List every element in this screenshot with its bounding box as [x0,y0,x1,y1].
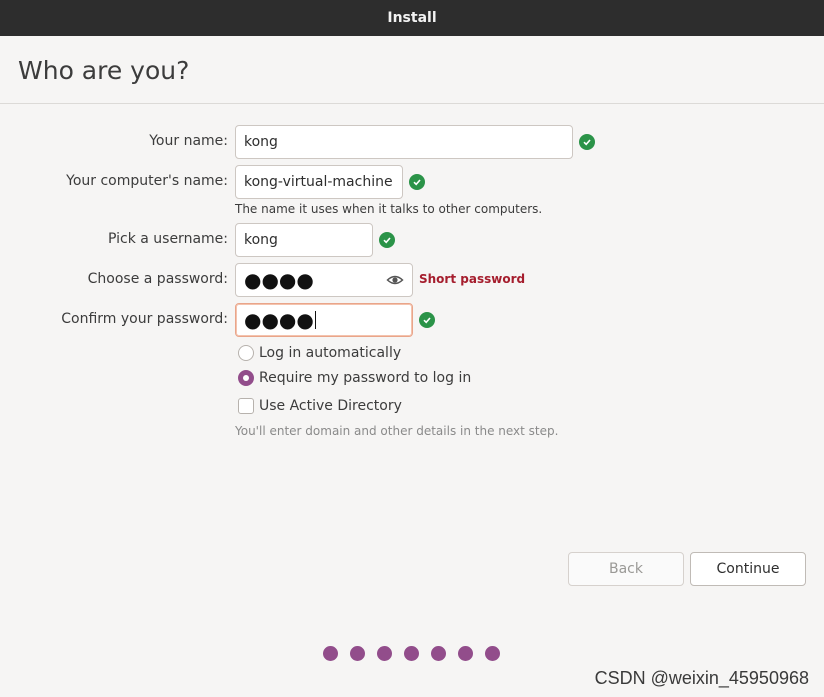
progress-dot [404,646,419,661]
require-password-label: Require my password to log in [259,370,472,386]
back-button[interactable]: Back [568,552,684,586]
header-divider [0,103,824,104]
computer-name-value: kong-virtual-machine [244,174,393,190]
name-value: kong [244,134,278,150]
watermark: CSDN @weixin_45950968 [594,668,809,688]
auto-login-label: Log in automatically [259,345,402,361]
progress-dot [431,646,446,661]
continue-button[interactable]: Continue [690,552,806,586]
username-field[interactable]: kong [235,223,373,257]
eye-icon[interactable] [386,272,404,288]
text-caret [314,311,316,329]
install-progress [323,646,500,661]
window-title: Install [387,10,437,26]
check-circle-icon [409,174,425,190]
password-field[interactable]: ●●●● [235,263,413,297]
password-strength: Short password [419,272,526,286]
progress-dot [377,646,392,661]
check-circle-icon [419,312,435,328]
confirm-password-label: Confirm your password: [61,311,228,327]
window-titlebar: Install [0,0,824,36]
progress-dot [485,646,500,661]
name-field[interactable]: kong [235,125,573,159]
name-label: Your name: [149,133,228,149]
check-circle-icon [379,232,395,248]
active-directory-hint: You'll enter domain and other details in… [235,424,559,438]
username-label: Pick a username: [107,231,228,247]
computer-name-hint: The name it uses when it talks to other … [235,202,543,216]
username-value: kong [244,232,278,248]
progress-dot [350,646,365,661]
computer-name-label: Your computer's name: [66,173,228,189]
check-circle-icon [579,134,595,150]
active-directory-checkbox[interactable] [238,398,254,414]
progress-dot [323,646,338,661]
page-title: Who are you? [18,56,190,85]
confirm-password-field[interactable]: ●●●● [235,303,413,337]
auto-login-option[interactable]: Log in automatically [238,345,401,361]
active-directory-option[interactable]: Use Active Directory [238,398,402,414]
active-directory-label: Use Active Directory [259,398,402,414]
progress-dot [458,646,473,661]
password-masked-value: ●●●● [244,268,314,292]
computer-name-field[interactable]: kong-virtual-machine [235,165,403,199]
auto-login-radio[interactable] [238,345,254,361]
password-label: Choose a password: [87,271,228,287]
require-password-option[interactable]: Require my password to log in [238,370,471,386]
confirm-password-masked-value: ●●●● [244,308,314,332]
require-password-radio[interactable] [238,370,254,386]
